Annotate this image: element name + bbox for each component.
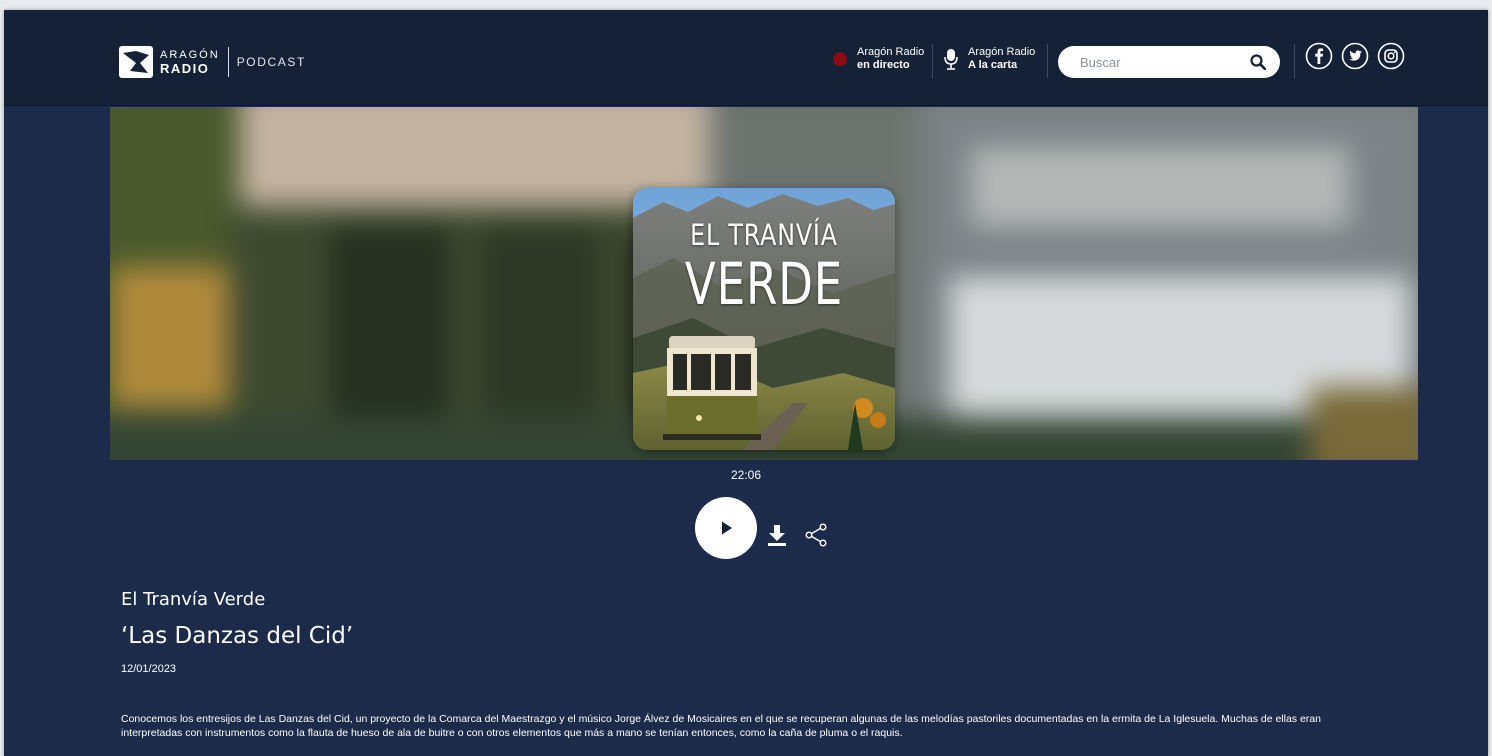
live-radio-line2: en directo — [857, 59, 910, 71]
episode-description: Conocemos los entresijos de Las Danzas d… — [121, 713, 1321, 739]
logo-wordmark: ARAGÓN RADIO — [160, 49, 220, 75]
nav-divider — [932, 44, 933, 78]
social-divider — [1294, 44, 1295, 78]
search-box — [1058, 46, 1280, 78]
instagram-icon[interactable] — [1377, 42, 1405, 70]
cover-title-line1: EL TRANVÍA — [690, 218, 838, 252]
podcast-page: ARAGÓN RADIO PODCAST Aragón Radio en dir… — [4, 10, 1488, 756]
facebook-icon[interactable] — [1305, 42, 1333, 70]
logo-section-label: PODCAST — [236, 55, 306, 69]
logo-divider — [227, 47, 229, 77]
live-radio-link[interactable]: Aragón Radio en directo — [833, 46, 924, 72]
aragon-radio-logo-icon — [119, 46, 153, 78]
alacarta-line2: A la carta — [968, 59, 1018, 71]
site-header: ARAGÓN RADIO PODCAST Aragón Radio en dir… — [4, 10, 1488, 106]
twitter-icon[interactable] — [1341, 42, 1369, 70]
episode-duration: 22:06 — [730, 468, 762, 482]
nav-divider — [1047, 44, 1048, 78]
play-button[interactable] — [695, 497, 757, 559]
episode-date: 12/01/2023 — [121, 663, 177, 675]
microphone-icon — [944, 49, 958, 70]
download-icon[interactable] — [766, 522, 788, 548]
live-indicator-icon — [833, 52, 847, 66]
aragon-radio-logo[interactable]: ARAGÓN RADIO PODCAST — [118, 44, 306, 80]
cover-title-line2: VERDE — [684, 250, 844, 318]
search-input[interactable] — [1080, 54, 1240, 70]
live-radio-line1: Aragón Radio — [857, 46, 925, 58]
logo-line2: RADIO — [160, 61, 210, 76]
play-icon — [722, 521, 732, 535]
alacarta-line1: Aragón Radio — [968, 46, 1036, 58]
alacarta-link[interactable]: Aragón Radio A la carta — [944, 46, 1035, 72]
alacarta-text: Aragón Radio A la carta — [968, 46, 1035, 72]
podcast-cover-art: EL TRANVÍA VERDE — [633, 188, 895, 450]
live-radio-text: Aragón Radio en directo — [857, 46, 924, 72]
share-icon[interactable] — [804, 522, 828, 548]
episode-title: ‘Las Danzas del Cid’ — [121, 623, 354, 649]
search-icon[interactable] — [1250, 54, 1266, 70]
program-name[interactable]: El Tranvía Verde — [121, 589, 265, 610]
